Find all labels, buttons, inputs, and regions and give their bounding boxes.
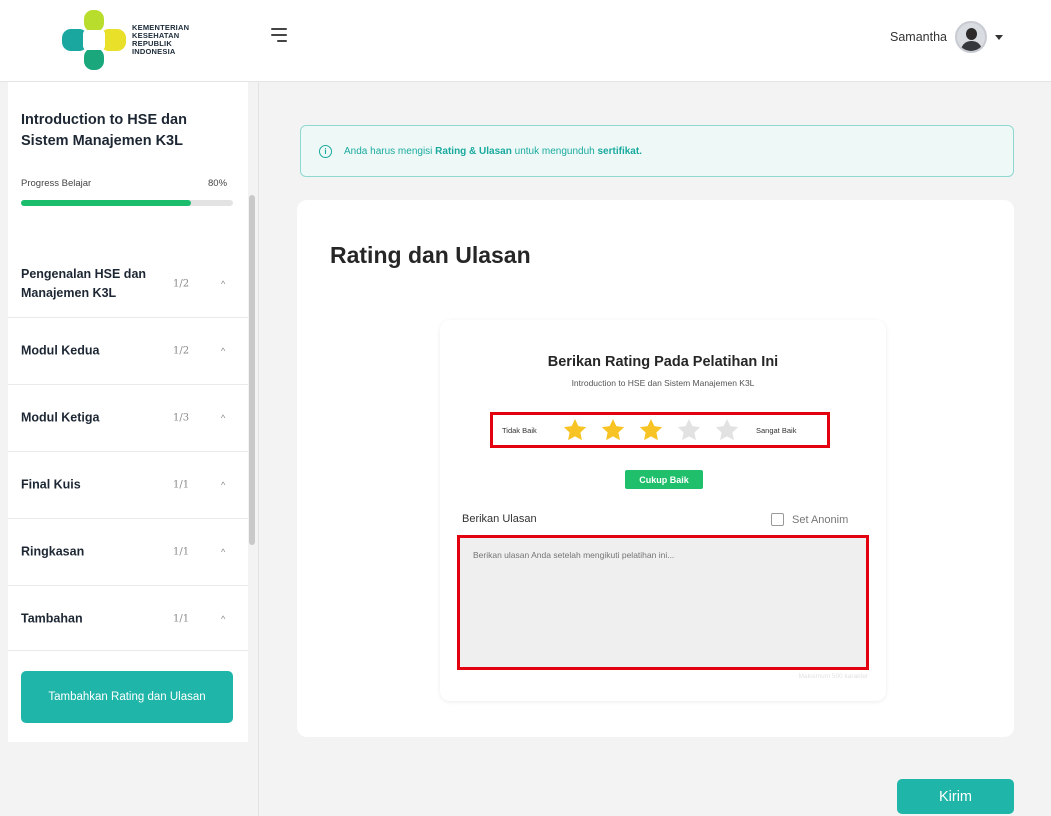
module-progress-count: 1/2 — [173, 278, 190, 289]
review-label: Berikan Ulasan — [462, 513, 537, 525]
add-rating-button[interactable]: Tambahkan Rating dan Ulasan — [21, 671, 233, 723]
course-title: Introduction to HSE dan Sistem Manajemen… — [21, 112, 187, 149]
review-textarea[interactable] — [457, 535, 869, 670]
progress-bar — [21, 200, 233, 206]
module-item[interactable]: Ringkasan 1/1 ^ — [8, 518, 248, 585]
star-empty-icon[interactable] — [676, 417, 702, 443]
user-name[interactable]: Samantha — [890, 30, 947, 44]
rating-card: Berikan Rating Pada Pelatihan Ini Introd… — [440, 320, 886, 701]
rating-level-badge: Cukup Baik — [625, 470, 703, 489]
chevron-up-icon[interactable]: ^ — [221, 480, 225, 490]
chevron-up-icon[interactable]: ^ — [221, 547, 225, 557]
rating-low-label: Tidak Baik — [502, 425, 537, 435]
module-item[interactable]: Modul Ketiga 1/3 ^ — [8, 384, 248, 451]
anonymous-label: Set Anonim — [792, 513, 849, 526]
module-progress-count: 1/1 — [173, 479, 190, 491]
module-name: Modul Ketiga — [21, 410, 100, 425]
star-empty-icon[interactable] — [714, 417, 740, 443]
module-name: Ringkasan — [21, 544, 85, 559]
chevron-up-icon[interactable]: ^ — [221, 279, 225, 289]
star-filled-icon[interactable] — [638, 417, 664, 443]
module-progress-count: 1/1 — [173, 613, 190, 625]
module-name: Final Kuis — [21, 477, 81, 492]
star-rating-row: Tidak Baik Sangat Baik — [490, 412, 830, 448]
chevron-up-icon[interactable]: ^ — [221, 413, 225, 423]
page-title: Rating dan Ulasan — [330, 242, 531, 268]
anonymous-checkbox[interactable] — [771, 513, 784, 526]
avatar[interactable] — [955, 21, 987, 53]
sidebar-divider — [258, 82, 259, 816]
star-rating[interactable] — [562, 417, 752, 443]
rating-card-subtitle: Introduction to HSE dan Sistem Manajemen… — [571, 378, 755, 388]
rating-high-label: Sangat Baik — [756, 425, 797, 435]
char-limit-hint: Maksimum 500 karakter — [798, 673, 868, 680]
rating-panel: Rating dan Ulasan Berikan Rating Pada Pe… — [297, 200, 1014, 737]
logo-text: KEMENTERIAN KESEHATAN REPUBLIK INDONESIA — [132, 23, 190, 56]
progress-label: Progress Belajar — [21, 178, 92, 189]
top-header: KEMENTERIAN KESEHATAN REPUBLIK INDONESIA… — [0, 0, 1051, 82]
module-progress-count: 1/2 — [173, 345, 190, 357]
chevron-up-icon[interactable]: ^ — [221, 614, 225, 624]
module-list: Pengenalan HSE dan Manajemen K3L 1/2 ^ M… — [8, 250, 248, 652]
module-name: Modul Kedua — [21, 343, 100, 358]
module-progress-count: 1/1 — [173, 546, 190, 558]
module-item[interactable]: Modul Kedua 1/2 ^ — [8, 317, 248, 384]
module-progress-count: 1/3 — [173, 412, 190, 424]
star-filled-icon[interactable] — [562, 417, 588, 443]
chevron-up-icon[interactable]: ^ — [221, 346, 225, 356]
info-icon: i — [319, 144, 332, 158]
module-item[interactable]: Pengenalan HSE dan Manajemen K3L 1/2 ^ — [8, 250, 248, 317]
anonymous-toggle[interactable]: Set Anonim — [771, 513, 848, 526]
progress-bar-fill — [21, 200, 191, 206]
submit-button[interactable]: Kirim — [897, 779, 1014, 814]
info-alert: i Anda harus mengisi Rating & Ulasan unt… — [300, 125, 1014, 177]
module-item[interactable]: Tambahan 1/1 ^ — [8, 585, 248, 652]
hamburger-icon[interactable] — [271, 28, 287, 42]
rating-card-title: Berikan Rating Pada Pelatihan Ini — [547, 354, 779, 370]
star-filled-icon[interactable] — [600, 417, 626, 443]
caret-down-icon[interactable] — [995, 34, 1003, 40]
user-menu[interactable]: Samantha — [890, 21, 1003, 53]
module-name: Tambahan — [21, 611, 83, 626]
logo-mark — [62, 10, 126, 70]
module-name: Pengenalan HSE dan Manajemen K3L — [21, 266, 147, 300]
course-sidebar: Introduction to HSE dan Sistem Manajemen… — [8, 82, 248, 742]
alert-message: Anda harus mengisi Rating & Ulasan untuk… — [344, 145, 642, 157]
sidebar-scrollbar[interactable] — [249, 195, 255, 545]
progress-percent: 80% — [208, 178, 228, 189]
ministry-logo[interactable]: KEMENTERIAN KESEHATAN REPUBLIK INDONESIA — [62, 10, 189, 70]
sidebar-footer: Tambahkan Rating dan Ulasan — [8, 650, 248, 742]
module-item[interactable]: Final Kuis 1/1 ^ — [8, 451, 248, 518]
